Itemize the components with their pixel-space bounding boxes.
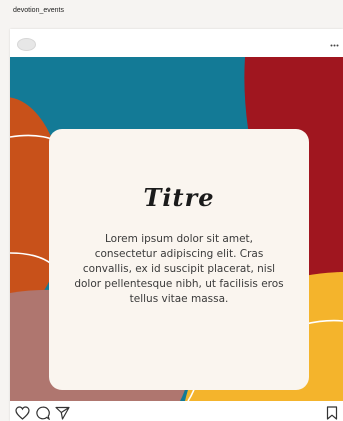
- send-paper-plane-icon[interactable]: [55, 406, 70, 420]
- card-body-text: Lorem ipsum dolor sit amet, consectetur …: [74, 233, 284, 305]
- instagram-post: Titre Lorem ipsum dolor sit amet, consec…: [10, 29, 343, 421]
- more-options-icon[interactable]: [330, 44, 339, 47]
- text-card: Titre Lorem ipsum dolor sit amet, consec…: [49, 129, 309, 390]
- card-title: Titre: [143, 183, 215, 212]
- account-name[interactable]: devotion_events: [13, 7, 64, 14]
- comment-bubble-icon[interactable]: [35, 406, 50, 420]
- bookmark-icon[interactable]: [326, 406, 338, 420]
- post-image[interactable]: Titre Lorem ipsum dolor sit amet, consec…: [10, 57, 343, 401]
- post-action-bar: [10, 401, 343, 421]
- avatar-icon[interactable]: [17, 38, 36, 51]
- post-header: [10, 29, 343, 57]
- heart-icon[interactable]: [15, 406, 30, 420]
